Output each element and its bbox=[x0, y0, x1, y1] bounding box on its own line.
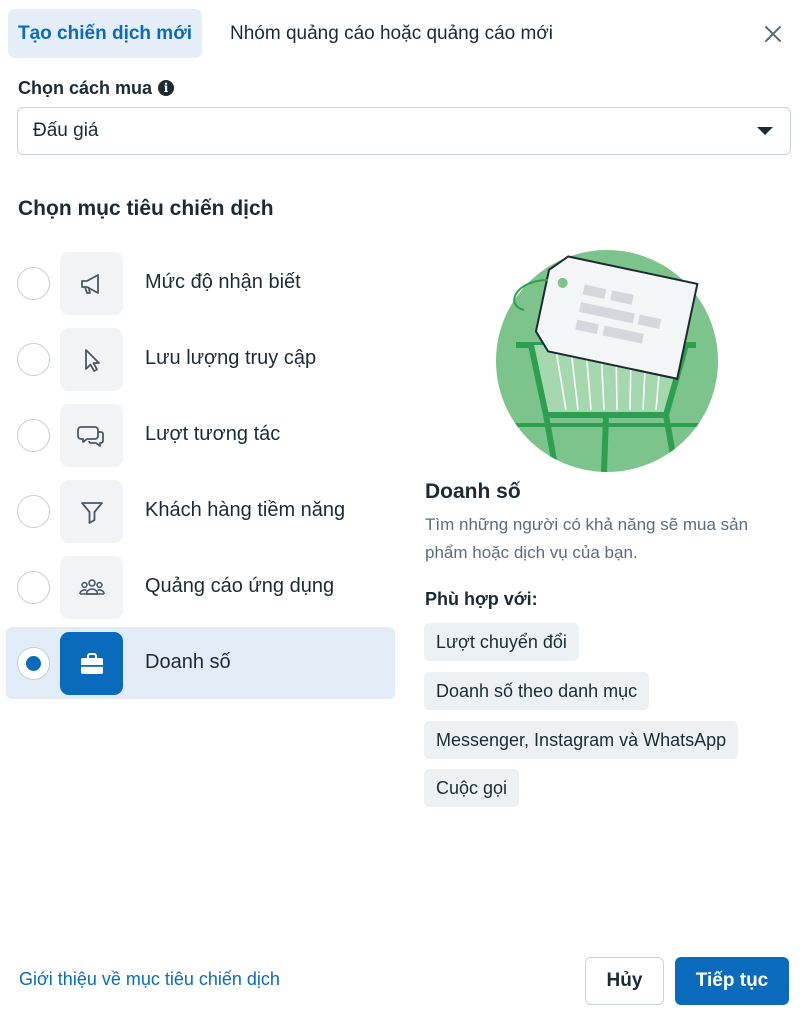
objective-label: Lưu lượng truy cập bbox=[145, 347, 317, 369]
objective-traffic[interactable]: Lưu lượng truy cập bbox=[6, 323, 395, 395]
radio-button[interactable] bbox=[17, 267, 50, 300]
caret-down-icon bbox=[757, 127, 773, 135]
objective-engagement[interactable]: Lượt tương tác bbox=[6, 399, 395, 471]
cancel-button[interactable]: Hủy bbox=[585, 957, 664, 1005]
good-for-chip: Messenger, Instagram và WhatsApp bbox=[424, 721, 739, 759]
shopping-cart-with-price-tag-illustration bbox=[496, 250, 718, 472]
good-for-chip: Cuộc gọi bbox=[424, 769, 520, 807]
buying-type-value: Đấu giá bbox=[33, 120, 99, 141]
objective-detail-description: Tìm những người có khả năng sẽ mua sản p… bbox=[425, 515, 749, 562]
tab-new-ad-set-or-ad[interactable]: Nhóm quảng cáo hoặc quảng cáo mới bbox=[230, 9, 553, 58]
chat-bubbles-icon bbox=[60, 404, 123, 467]
cursor-icon bbox=[60, 328, 123, 391]
objective-leads[interactable]: Khách hàng tiềm năng bbox=[6, 475, 395, 547]
radio-button[interactable] bbox=[17, 647, 50, 680]
good-for-chip: Doanh số theo danh mục bbox=[424, 672, 650, 710]
shopping-bag-icon bbox=[60, 632, 123, 695]
objective-heading: Chọn mục tiêu chiến dịch bbox=[18, 197, 274, 220]
objective-label: Khách hàng tiềm năng bbox=[145, 499, 346, 521]
objective-label: Mức độ nhận biết bbox=[145, 271, 301, 293]
good-for-heading: Phù hợp với: bbox=[425, 589, 538, 609]
continue-button[interactable]: Tiếp tục bbox=[675, 957, 789, 1005]
radio-button[interactable] bbox=[17, 419, 50, 452]
objective-label: Quảng cáo ứng dụng bbox=[145, 575, 335, 597]
funnel-icon bbox=[60, 480, 123, 543]
radio-button[interactable] bbox=[17, 495, 50, 528]
tab-new-campaign[interactable]: Tạo chiến dịch mới bbox=[8, 9, 202, 58]
close-button[interactable] bbox=[756, 17, 790, 51]
info-icon[interactable]: i bbox=[158, 80, 175, 96]
good-for-chip: Lượt chuyển đổi bbox=[424, 623, 579, 661]
objective-app-promotion[interactable]: Quảng cáo ứng dụng bbox=[6, 551, 395, 623]
radio-selected-dot bbox=[26, 656, 41, 671]
close-icon bbox=[765, 26, 781, 42]
megaphone-icon bbox=[60, 252, 123, 315]
people-group-icon bbox=[60, 556, 123, 619]
radio-button[interactable] bbox=[17, 571, 50, 604]
objective-awareness[interactable]: Mức độ nhận biết bbox=[6, 247, 395, 319]
objective-sales[interactable]: Doanh số bbox=[6, 627, 395, 699]
objective-detail-title: Doanh số bbox=[425, 480, 521, 503]
dialog-header: Tạo chiến dịch mới Nhóm quảng cáo hoặc q… bbox=[0, 0, 806, 70]
buying-type-select[interactable]: Đấu giá bbox=[17, 107, 791, 155]
learn-about-objectives-link[interactable]: Giới thiệu về mục tiêu chiến dịch bbox=[19, 969, 280, 990]
objective-label: Doanh số bbox=[145, 651, 231, 673]
buying-type-label-text: Chọn cách mua bbox=[18, 77, 153, 98]
buying-type-label: Chọn cách mua i bbox=[18, 76, 175, 100]
objective-label: Lượt tương tác bbox=[145, 423, 281, 445]
radio-button[interactable] bbox=[17, 343, 50, 376]
